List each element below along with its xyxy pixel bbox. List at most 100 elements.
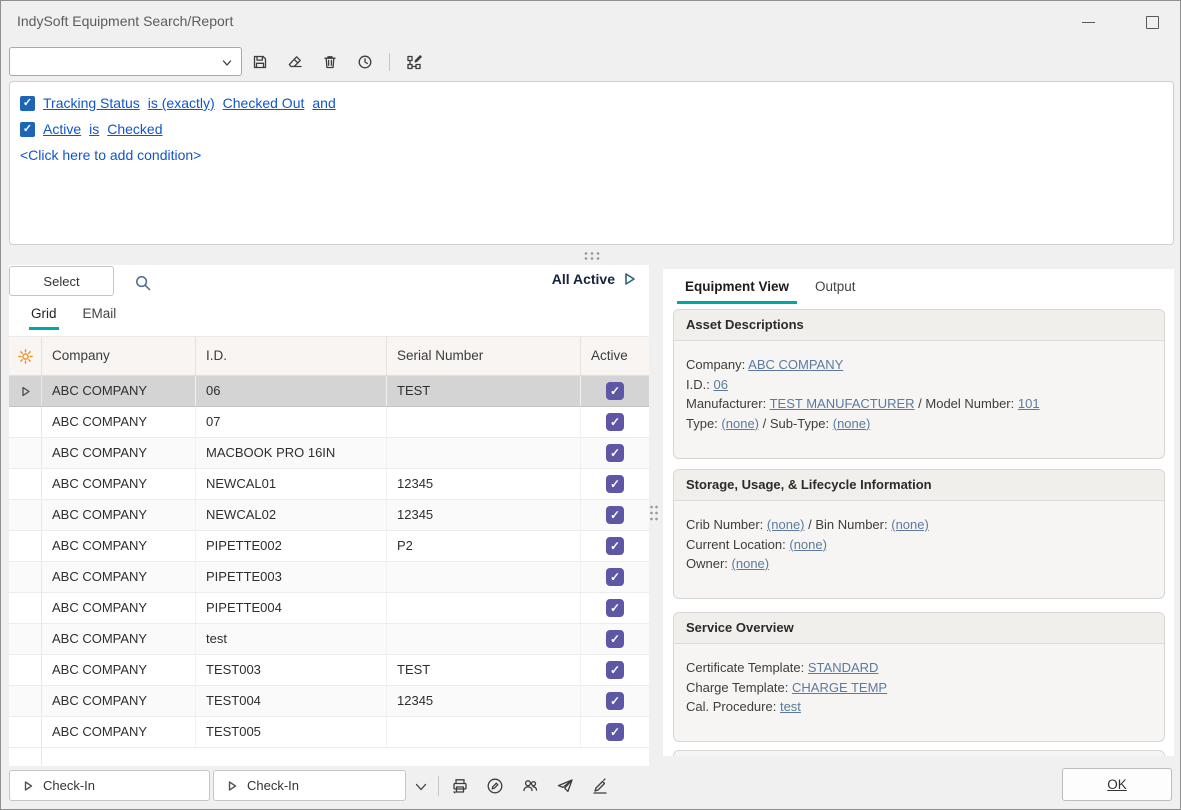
cell-id[interactable]: PIPETTE003 xyxy=(196,562,387,592)
tab-output[interactable]: Output xyxy=(807,273,864,304)
active-checkbox[interactable] xyxy=(606,599,624,617)
cell-serial[interactable] xyxy=(387,717,581,747)
owner-link[interactable]: (none) xyxy=(732,556,770,571)
cell-serial[interactable]: 12345 xyxy=(387,686,581,716)
horizontal-splitter-grip[interactable] xyxy=(583,251,600,260)
ok-button[interactable]: OK xyxy=(1062,768,1172,801)
cell-serial[interactable]: 12345 xyxy=(387,500,581,530)
column-header-company[interactable]: Company xyxy=(42,337,196,375)
table-row[interactable]: ABC COMPANY NEWCAL02 12345 xyxy=(9,500,649,531)
condition-checkbox[interactable] xyxy=(20,122,35,137)
clear-search-button[interactable] xyxy=(282,49,308,75)
search-history-button[interactable] xyxy=(352,49,378,75)
table-row[interactable]: ABC COMPANY TEST003 TEST xyxy=(9,655,649,686)
cell-company[interactable]: ABC COMPANY xyxy=(42,655,196,685)
delete-search-button[interactable] xyxy=(317,49,343,75)
minimize-button[interactable] xyxy=(1071,9,1105,35)
cell-id[interactable]: 07 xyxy=(196,407,387,437)
cell-serial[interactable]: TEST xyxy=(387,376,581,406)
users-button[interactable] xyxy=(518,774,542,798)
table-row[interactable]: ABC COMPANY PIPETTE002 P2 xyxy=(9,531,649,562)
charge-template-link[interactable]: CHARGE TEMP xyxy=(792,680,887,695)
model-link[interactable]: 101 xyxy=(1018,396,1040,411)
active-checkbox[interactable] xyxy=(606,506,624,524)
condition-operator-link[interactable]: is xyxy=(89,121,99,137)
cell-id[interactable]: test xyxy=(196,624,387,654)
cell-company[interactable]: ABC COMPANY xyxy=(42,593,196,623)
search-button[interactable] xyxy=(131,271,155,295)
id-link[interactable]: 06 xyxy=(713,377,727,392)
more-actions-button[interactable] xyxy=(410,776,432,798)
crib-link[interactable]: (none) xyxy=(767,517,805,532)
location-link[interactable]: (none) xyxy=(789,537,827,552)
maximize-button[interactable] xyxy=(1135,9,1169,35)
cell-id[interactable]: MACBOOK PRO 16IN xyxy=(196,438,387,468)
cell-company[interactable]: ABC COMPANY xyxy=(42,686,196,716)
table-row[interactable]: ABC COMPANY test xyxy=(9,624,649,655)
active-checkbox[interactable] xyxy=(606,723,624,741)
manufacturer-link[interactable]: TEST MANUFACTURER xyxy=(770,396,915,411)
scope-selector[interactable]: All Active xyxy=(552,271,637,287)
cell-company[interactable]: ABC COMPANY xyxy=(42,531,196,561)
condition-checkbox[interactable] xyxy=(20,96,35,111)
condition-conjunction-link[interactable]: and xyxy=(312,95,335,111)
add-condition-link[interactable]: <Click here to add condition> xyxy=(20,142,1163,168)
saved-search-combobox[interactable] xyxy=(9,47,242,76)
cell-id[interactable]: PIPETTE004 xyxy=(196,593,387,623)
column-header-serial[interactable]: Serial Number xyxy=(387,337,581,375)
cell-id[interactable]: TEST003 xyxy=(196,655,387,685)
table-row[interactable]: ABC COMPANY TEST004 12345 xyxy=(9,686,649,717)
cell-id[interactable]: TEST005 xyxy=(196,717,387,747)
active-checkbox[interactable] xyxy=(606,475,624,493)
cell-id[interactable]: NEWCAL01 xyxy=(196,469,387,499)
send-button[interactable] xyxy=(553,774,577,798)
tab-email[interactable]: EMail xyxy=(81,302,119,330)
table-row[interactable]: ABC COMPANY MACBOOK PRO 16IN xyxy=(9,438,649,469)
cell-serial[interactable] xyxy=(387,624,581,654)
active-checkbox[interactable] xyxy=(606,537,624,555)
cell-company[interactable]: ABC COMPANY xyxy=(42,562,196,592)
table-row[interactable]: ABC COMPANY 07 xyxy=(9,407,649,438)
cell-id[interactable]: 06 xyxy=(196,376,387,406)
checkin-button-1[interactable]: Check-In xyxy=(9,770,210,801)
condition-value-link[interactable]: Checked Out xyxy=(223,95,305,111)
print-button[interactable] xyxy=(448,774,472,798)
active-checkbox[interactable] xyxy=(606,568,624,586)
checkin-button-2[interactable]: Check-In xyxy=(213,770,406,801)
vertical-splitter-grip[interactable] xyxy=(649,504,658,521)
table-row[interactable]: ABC COMPANY NEWCAL01 12345 xyxy=(9,469,649,500)
design-query-button[interactable] xyxy=(401,49,427,75)
company-link[interactable]: ABC COMPANY xyxy=(748,357,843,372)
table-row[interactable]: ABC COMPANY TEST005 xyxy=(9,717,649,748)
bin-link[interactable]: (none) xyxy=(891,517,929,532)
tab-equipment-view[interactable]: Equipment View xyxy=(677,273,797,304)
cell-serial[interactable] xyxy=(387,407,581,437)
table-row[interactable]: ABC COMPANY 06 TEST xyxy=(9,376,649,407)
subtype-link[interactable]: (none) xyxy=(833,416,871,431)
grid-customize-button[interactable] xyxy=(9,337,42,375)
cell-serial[interactable]: P2 xyxy=(387,531,581,561)
select-button[interactable]: Select xyxy=(9,266,114,296)
cell-serial[interactable] xyxy=(387,438,581,468)
cell-company[interactable]: ABC COMPANY xyxy=(42,717,196,747)
table-row[interactable]: ABC COMPANY PIPETTE003 xyxy=(9,562,649,593)
save-search-button[interactable] xyxy=(247,49,273,75)
active-checkbox[interactable] xyxy=(606,630,624,648)
active-checkbox[interactable] xyxy=(606,444,624,462)
type-link[interactable]: (none) xyxy=(721,416,759,431)
active-checkbox[interactable] xyxy=(606,692,624,710)
tab-grid[interactable]: Grid xyxy=(29,302,59,330)
column-header-id[interactable]: I.D. xyxy=(196,337,387,375)
cell-company[interactable]: ABC COMPANY xyxy=(42,624,196,654)
condition-operator-link[interactable]: is (exactly) xyxy=(148,95,215,111)
active-checkbox[interactable] xyxy=(606,661,624,679)
column-header-active[interactable]: Active xyxy=(581,337,649,375)
cell-company[interactable]: ABC COMPANY xyxy=(42,376,196,406)
cell-serial[interactable]: TEST xyxy=(387,655,581,685)
active-checkbox[interactable] xyxy=(606,382,624,400)
active-checkbox[interactable] xyxy=(606,413,624,431)
table-row[interactable]: ABC COMPANY PIPETTE004 xyxy=(9,593,649,624)
sign-button[interactable] xyxy=(588,774,612,798)
cell-id[interactable]: NEWCAL02 xyxy=(196,500,387,530)
edit-button[interactable] xyxy=(483,774,507,798)
